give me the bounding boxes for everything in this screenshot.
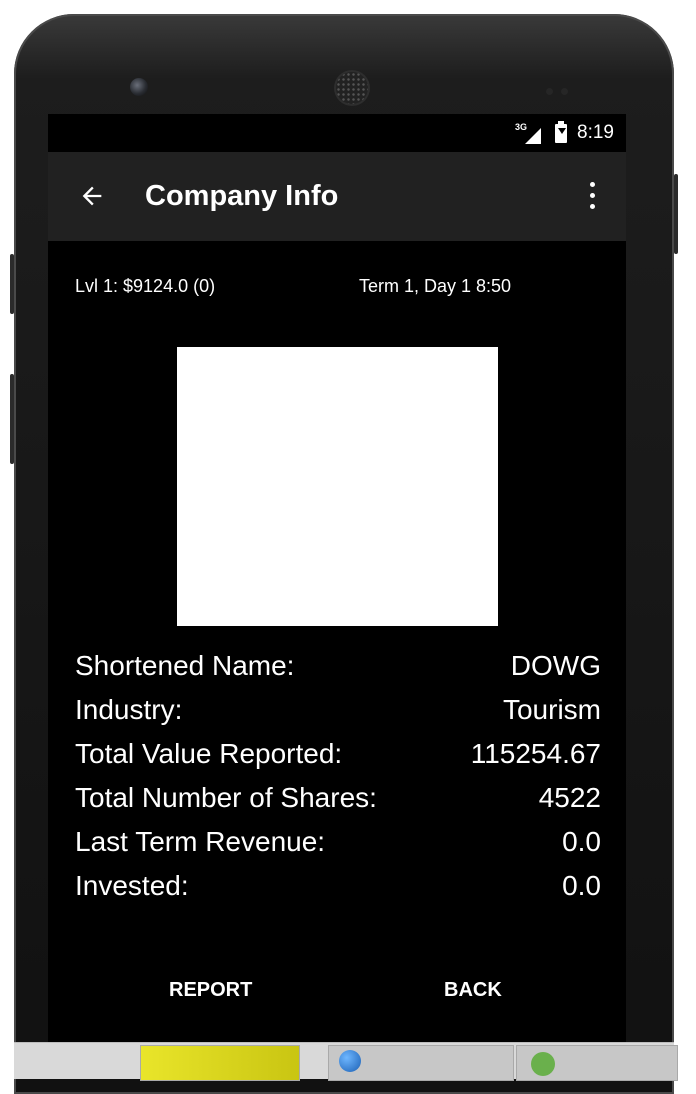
taskbar-app-video[interactable] [140,1045,300,1081]
company-details: Shortened Name: DOWG Industry: Tourism T… [75,646,601,910]
desktop-taskbar [14,1042,678,1081]
battery-charging-icon [555,120,568,143]
detail-row-invested: Invested: 0.0 [75,866,601,910]
detail-value: 0.0 [562,870,601,901]
detail-label: Total Number of Shares: [75,782,377,813]
back-button[interactable]: BACK [438,978,508,1003]
device-screen: 3G 8:19 Company Info Lvl 1: $9124.0 (0) … [48,114,626,1044]
detail-value: DOWG [510,650,601,681]
detail-label: Industry: [75,694,183,725]
detail-value: 0.0 [562,826,601,857]
volume-button-2 [10,374,14,464]
more-vert-icon[interactable] [590,182,596,210]
arrow-left-icon[interactable] [78,182,106,210]
detail-value: Tourism [502,694,601,725]
detail-value: 115254.67 [470,738,601,769]
taskbar-app-browser[interactable] [328,1045,514,1081]
term-day-label: Term 1, Day 1 8:50 [359,276,512,296]
power-button [674,174,678,254]
detail-value: 4522 [538,782,601,813]
detail-label: Invested: [75,870,189,901]
app-icon [531,1052,555,1076]
detail-row-total-value: Total Value Reported: 115254.67 [75,734,601,778]
detail-row-total-shares: Total Number of Shares: 4522 [75,778,601,822]
volume-button [10,254,14,314]
detail-row-shortened-name: Shortened Name: DOWG [75,646,601,690]
detail-label: Shortened Name: [75,650,295,681]
detail-row-last-term-revenue: Last Term Revenue: 0.0 [75,822,601,866]
detail-row-industry: Industry: Tourism [75,690,601,734]
detail-label: Total Value Reported: [75,738,343,769]
app-bar: Company Info [48,152,626,241]
company-logo-image [177,347,498,626]
earpiece-speaker [336,72,368,104]
status-bar: 3G 8:19 [48,114,626,152]
signal-icon: 3G [515,122,542,144]
detail-label: Last Term Revenue: [75,826,326,857]
proximity-sensors [546,82,576,95]
page-title: Company Info [145,180,339,212]
status-time: 8:19 [577,122,614,143]
browser-icon [339,1050,361,1072]
taskbar-app-other[interactable] [516,1045,678,1081]
report-button[interactable]: REPORT [163,978,258,1003]
front-camera [130,78,148,96]
level-cash-label: Lvl 1: $9124.0 (0) [75,276,216,296]
